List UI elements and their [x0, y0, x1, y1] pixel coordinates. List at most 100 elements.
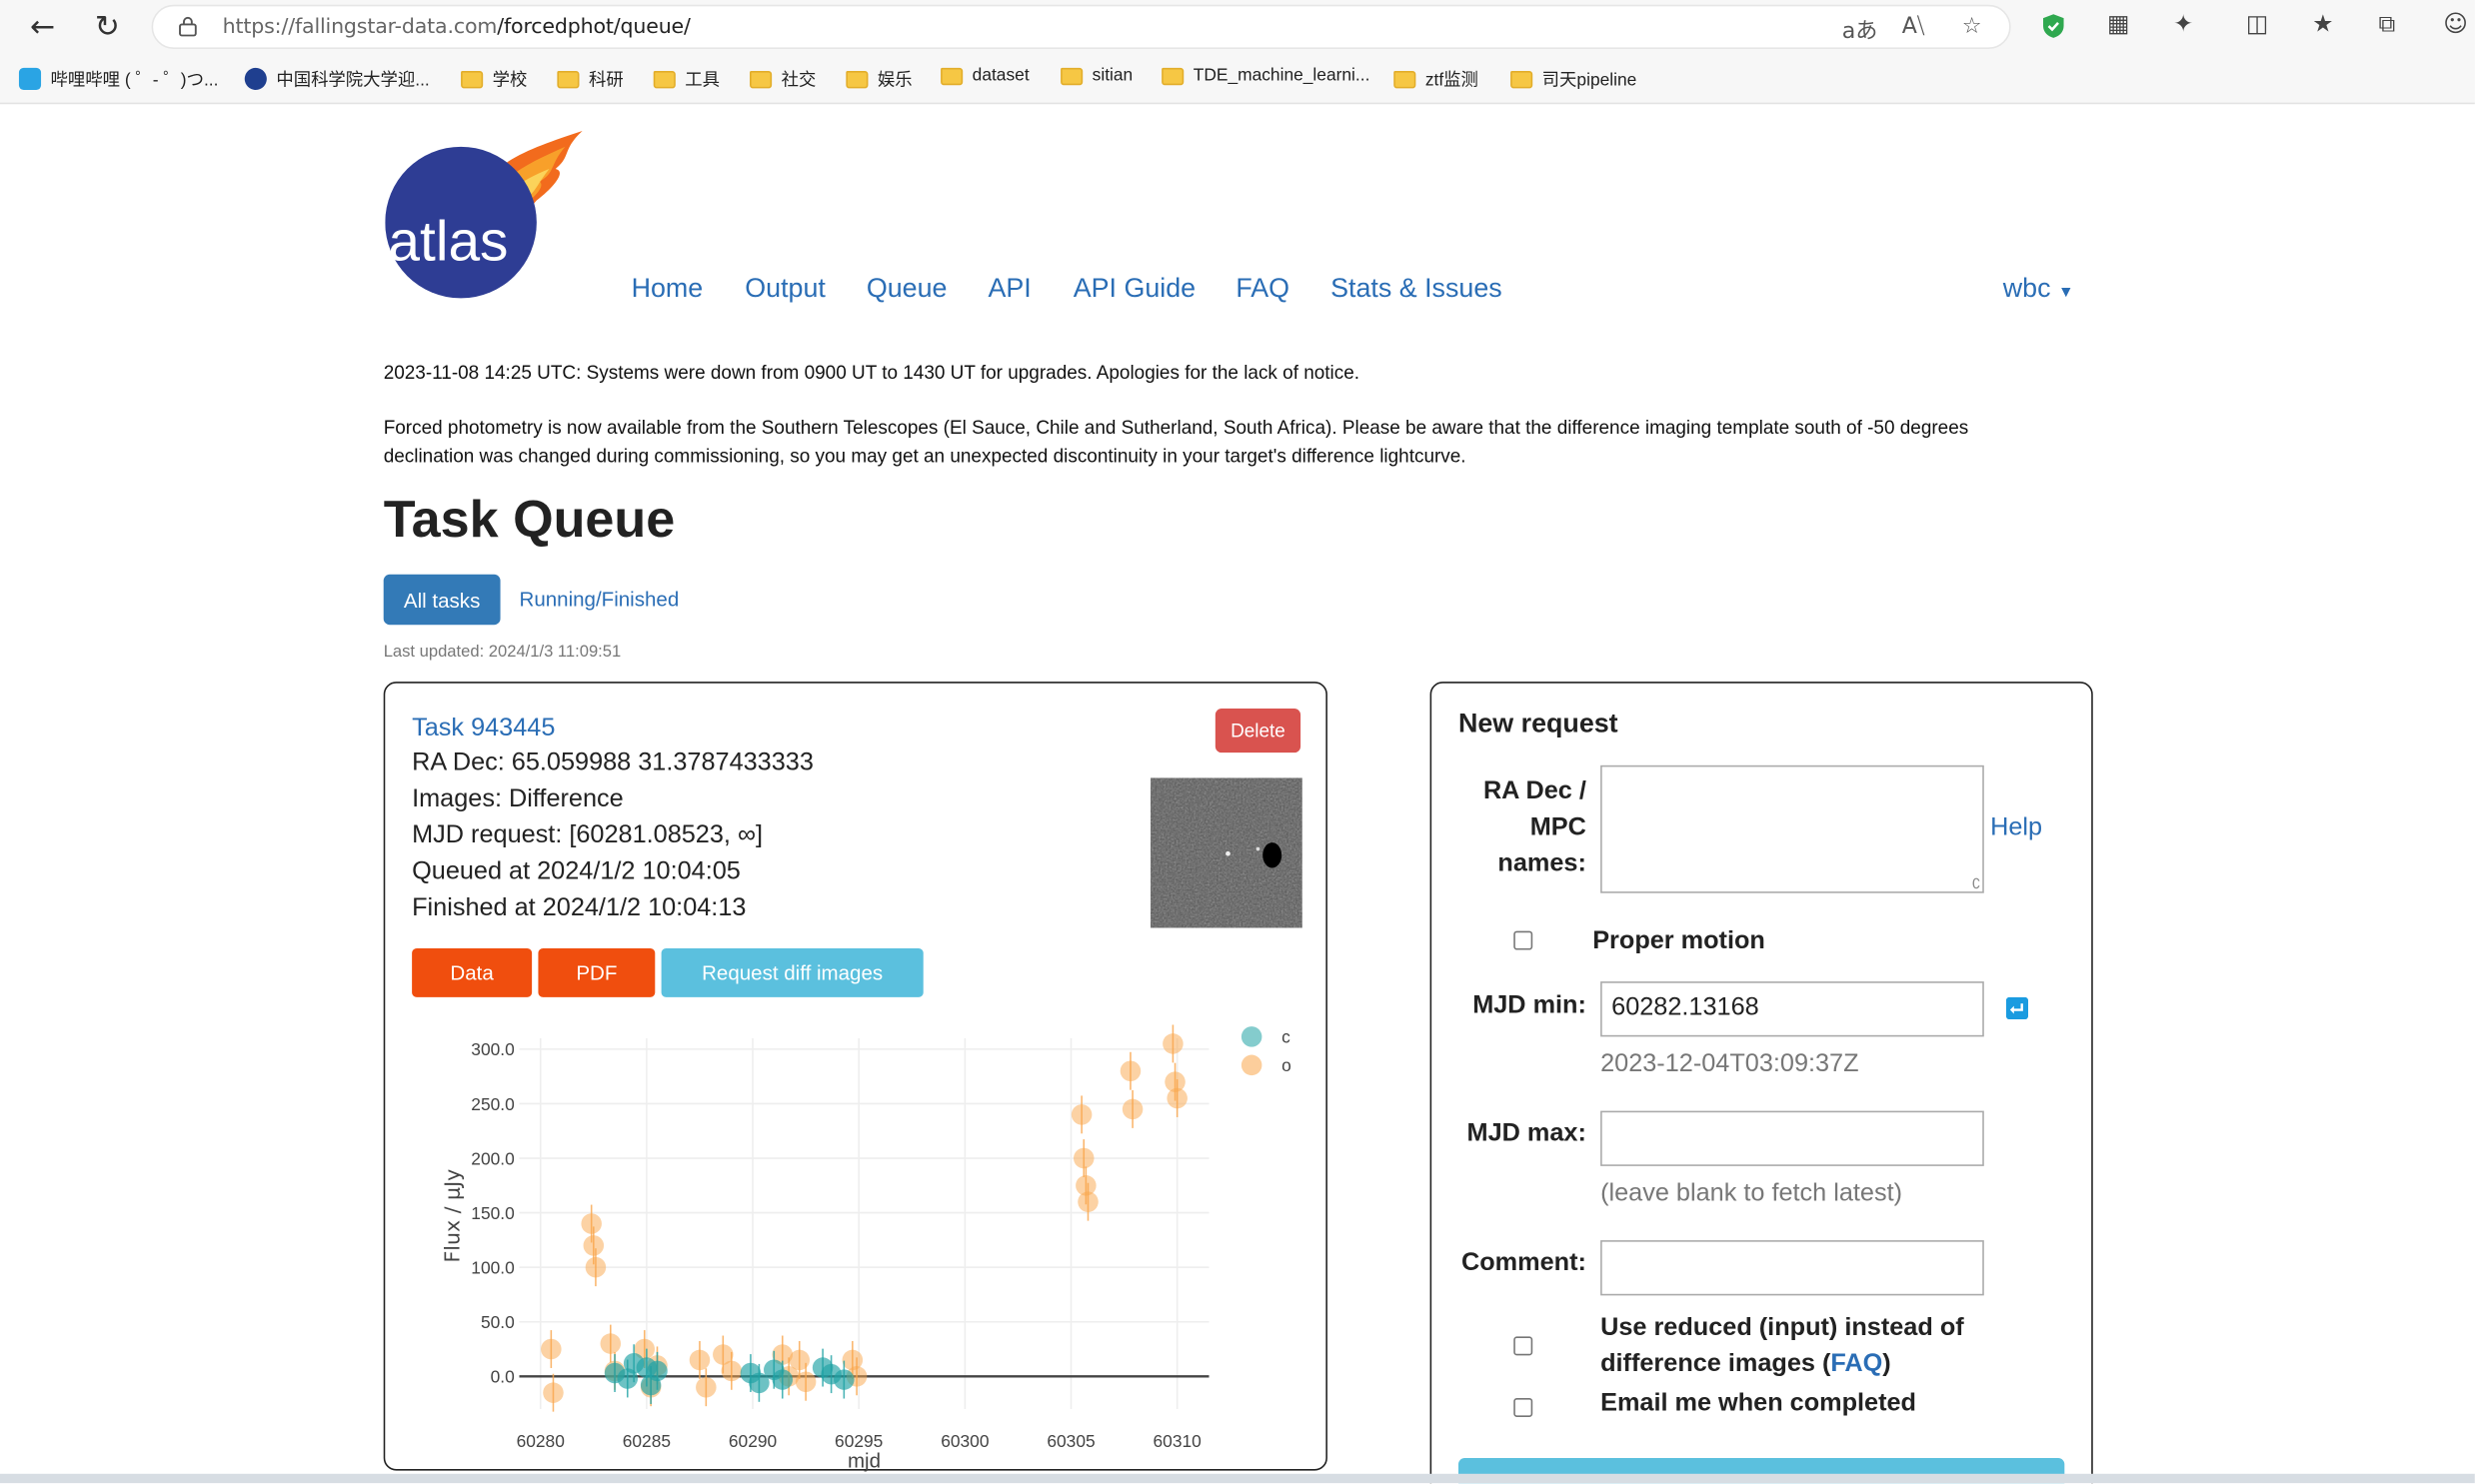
- new-request-card: New request RA Dec / MPC names: ∁ Help P…: [1429, 682, 2093, 1484]
- mjd-max-label: MJD max:: [1466, 1120, 1586, 1147]
- task-link[interactable]: Task 943445: [412, 715, 555, 742]
- y-axis-label: Flux / μJy: [440, 1169, 464, 1263]
- split-screen-icon[interactable]: ◫: [2246, 9, 2268, 37]
- extension-icon[interactable]: ▦: [2107, 9, 2129, 37]
- collections-icon[interactable]: ⧉: [2379, 9, 2396, 37]
- nav-output[interactable]: Output: [745, 273, 826, 305]
- refresh-icon[interactable]: [2005, 996, 2029, 1020]
- x-tick-label: 60285: [623, 1431, 671, 1451]
- folder-icon: [653, 70, 676, 88]
- mjd-max-input[interactable]: [1600, 1110, 1984, 1166]
- data-point: [543, 1382, 564, 1403]
- bilibili-icon: [18, 67, 42, 91]
- legend-label: c: [1281, 1027, 1290, 1047]
- tab-all-tasks[interactable]: All tasks: [383, 574, 501, 626]
- bookmark-label: 工具: [685, 71, 721, 91]
- use-reduced-label: Use reduced (input) instead of differenc…: [1600, 1310, 1964, 1383]
- x-tick-label: 60310: [1154, 1431, 1202, 1451]
- proper-motion-checkbox[interactable]: [1513, 930, 1533, 950]
- bookmark-folder[interactable]: 科研: [557, 66, 624, 91]
- email-checkbox[interactable]: [1513, 1397, 1533, 1417]
- mjd-max-hint: (leave blank to fetch latest): [1600, 1180, 1903, 1207]
- comment-label: Comment:: [1460, 1249, 1586, 1277]
- bookmark-folder[interactable]: 司天pipeline: [1510, 66, 1636, 91]
- bookmark-bilibili[interactable]: 哔哩哔哩 ( ゜- ゜)つ...: [18, 66, 218, 91]
- back-icon[interactable]: ←: [22, 6, 63, 47]
- nav-queue[interactable]: Queue: [867, 273, 948, 305]
- nav-api-guide[interactable]: API Guide: [1074, 273, 1196, 305]
- comment-input[interactable]: [1600, 1240, 1984, 1296]
- use-reduced-checkbox[interactable]: [1513, 1336, 1533, 1356]
- puzzle-icon[interactable]: ✦: [2173, 9, 2193, 37]
- bookmark-label: 社交: [781, 71, 817, 91]
- user-name: wbc: [2002, 273, 2051, 304]
- nav-home[interactable]: Home: [632, 273, 704, 305]
- resize-handle-icon[interactable]: ∁: [1972, 876, 1981, 891]
- x-tick-label: 60295: [835, 1431, 883, 1451]
- folder-icon: [846, 70, 869, 88]
- lock-icon: [179, 16, 197, 37]
- mjd-min-input[interactable]: 60282.13168: [1600, 981, 1984, 1037]
- radec-label-line: RA Dec /: [1482, 777, 1586, 805]
- radec-label-line: names:: [1497, 850, 1586, 877]
- last-updated: Last updated: 2024/1/3 11:09:51: [383, 642, 622, 662]
- task-finished-at: Finished at 2024/1/2 10:04:13: [412, 894, 747, 922]
- bookmark-folder[interactable]: 娱乐: [846, 66, 913, 91]
- browser-toolbar: ← ↻ https://fallingstar-data.com/forcedp…: [0, 0, 2475, 105]
- radec-textarea[interactable]: ∁: [1600, 764, 1984, 893]
- request-diff-images-button[interactable]: Request diff images: [661, 947, 924, 997]
- data-button[interactable]: Data: [412, 947, 533, 997]
- y-tick-label: 200.0: [471, 1148, 514, 1168]
- tab-running-finished[interactable]: Running/Finished: [519, 587, 679, 611]
- form-title: New request: [1457, 708, 1618, 739]
- data-point: [689, 1349, 711, 1371]
- nav-api[interactable]: API: [988, 273, 1031, 305]
- task-queued-at: Queued at 2024/1/2 10:04:05: [412, 857, 741, 885]
- read-aloud-icon[interactable]: A⧹: [1902, 14, 1925, 39]
- reload-icon[interactable]: ↻: [87, 6, 128, 47]
- bookmark-folder[interactable]: 工具: [653, 66, 721, 91]
- address-bar[interactable]: https://fallingstar-data.com/forcedphot/…: [151, 4, 2011, 49]
- bookmark-label: 中国科学院大学迎...: [276, 71, 430, 91]
- data-point: [1073, 1147, 1095, 1169]
- horizontal-scrollbar[interactable]: [0, 1473, 2475, 1484]
- bookmark-folder[interactable]: sitian: [1061, 66, 1133, 85]
- x-tick-label: 60300: [941, 1431, 989, 1451]
- pdf-button[interactable]: PDF: [538, 947, 656, 997]
- data-point: [541, 1338, 562, 1360]
- bookmark-ucas[interactable]: 中国科学院大学迎...: [244, 66, 430, 91]
- task-radec: RA Dec: 65.059988 31.3787433333: [412, 749, 814, 776]
- browser-window: ← ↻ https://fallingstar-data.com/forcedp…: [0, 0, 2475, 1484]
- use-reduced-text: difference images (: [1600, 1350, 1831, 1378]
- translate-icon[interactable]: aあ: [1842, 14, 1878, 46]
- x-tick-label: 60305: [1047, 1431, 1095, 1451]
- lightcurve-chart[interactable]: 60280 60285 60290 60295 60300 60305 60310 0.0 50…: [385, 1014, 1325, 1472]
- profile-icon[interactable]: ☺: [2443, 9, 2468, 37]
- nav-faq[interactable]: FAQ: [1236, 273, 1289, 305]
- bookmark-folder[interactable]: 学校: [461, 66, 527, 91]
- x-axis-label: mjd: [848, 1449, 881, 1472]
- delete-button[interactable]: Delete: [1215, 708, 1301, 753]
- bookmark-folder[interactable]: ztf监测: [1393, 66, 1478, 91]
- favorites-icon[interactable]: ★: [2312, 9, 2333, 37]
- url-path: /forcedphot/queue/: [497, 15, 691, 40]
- nav-stats-issues[interactable]: Stats & Issues: [1330, 273, 1502, 305]
- use-reduced-text: Use reduced (input) instead of: [1600, 1314, 1964, 1342]
- shield-icon[interactable]: [2041, 13, 2066, 40]
- favorite-star-icon[interactable]: ☆: [1962, 14, 1982, 39]
- help-link[interactable]: Help: [1990, 814, 2042, 842]
- faq-link[interactable]: FAQ: [1830, 1351, 1882, 1378]
- data-point: [600, 1333, 622, 1354]
- user-menu[interactable]: wbc ▼: [2003, 273, 2074, 305]
- bookmark-label: dataset: [972, 66, 1030, 86]
- task-card: Task 943445 RA Dec: 65.059988 31.3787433…: [383, 682, 1327, 1472]
- data-point: [834, 1369, 855, 1390]
- difference-image-thumbnail[interactable]: [1151, 777, 1302, 928]
- bookmark-folder[interactable]: 社交: [750, 66, 816, 91]
- data-point: [1163, 1033, 1184, 1054]
- mjd-min-hint: 2023-12-04T03:09:37Z: [1600, 1050, 1859, 1078]
- atlas-logo[interactable]: atlas: [385, 128, 590, 305]
- task-mjd-request: MJD request: [60281.08523, ∞]: [412, 821, 763, 849]
- bookmark-folder[interactable]: TDE_machine_learni...: [1162, 66, 1369, 85]
- bookmark-folder[interactable]: dataset: [941, 66, 1030, 85]
